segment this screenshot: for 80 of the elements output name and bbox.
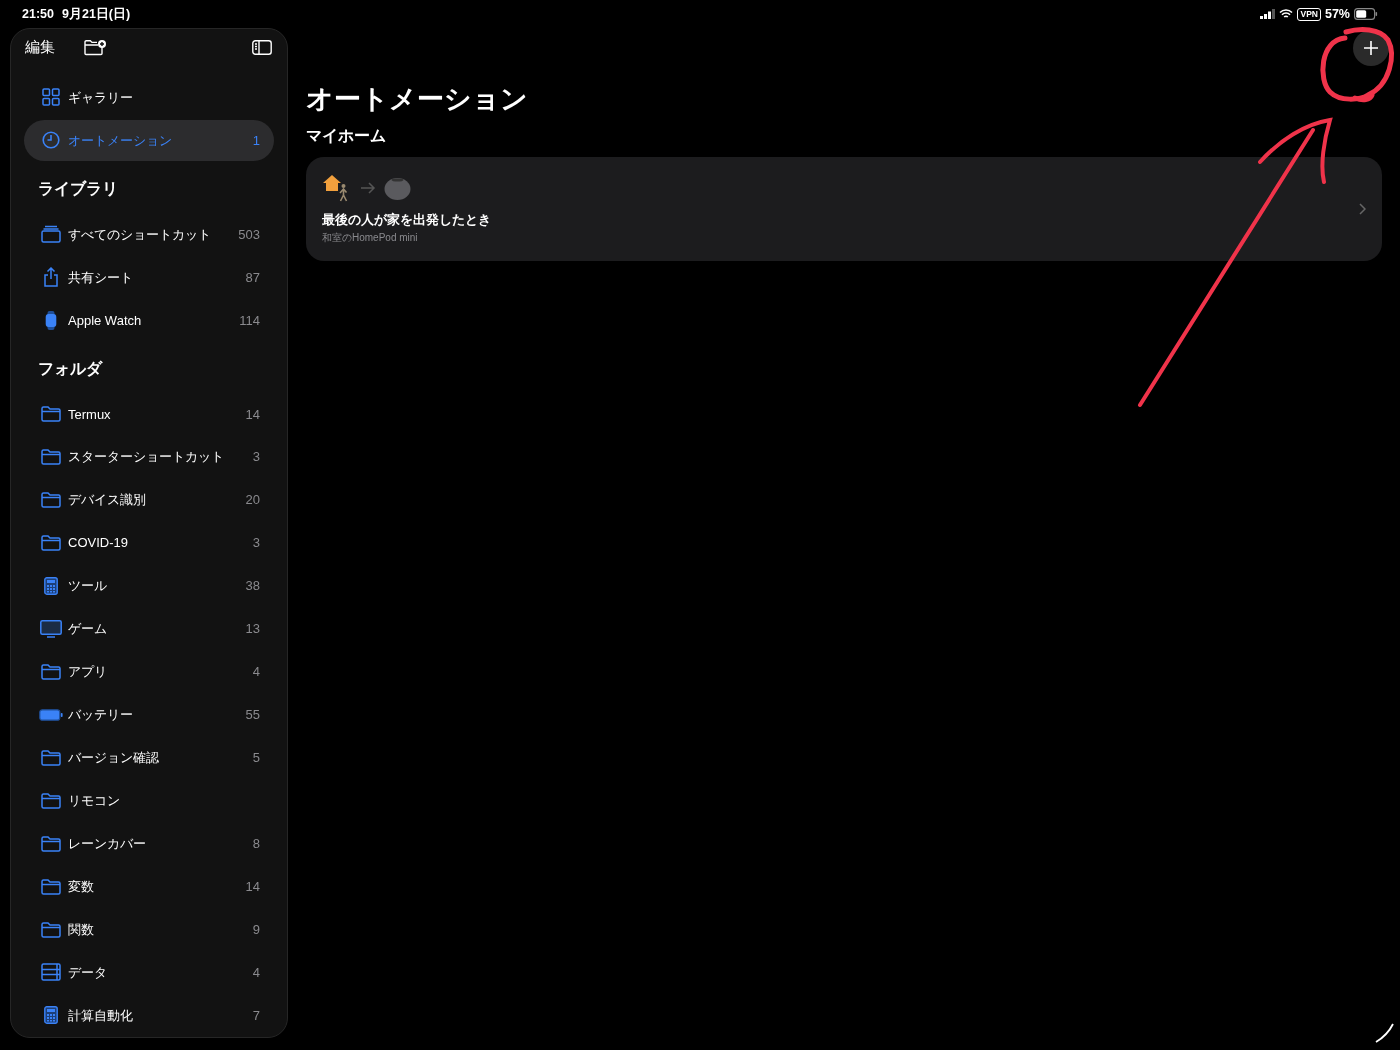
item-count: 55 (245, 706, 260, 725)
folder-icon (41, 406, 61, 423)
sidebar-item[interactable]: Termux 14 (24, 392, 274, 436)
folder-icon (41, 749, 61, 766)
item-count: 13 (245, 620, 260, 639)
sidebar-item[interactable]: すべてのショートカット 503 (24, 212, 274, 256)
stack-icon (41, 225, 61, 244)
sidebar-item[interactable]: アプリ 4 (24, 650, 274, 694)
automation-title: 最後の人が家を出発したとき (322, 211, 492, 230)
battery-icon (39, 708, 63, 721)
sidebar-item[interactable]: レーンカバー 8 (24, 822, 274, 866)
item-count: 4 (252, 663, 260, 682)
sidebar-item[interactable]: デバイス識別 20 (24, 478, 274, 522)
folder-icon (41, 535, 61, 552)
page-title: オートメーション (306, 83, 529, 116)
sidebar-item[interactable]: ツール 38 (24, 564, 274, 608)
plus-icon (1364, 41, 1378, 55)
new-folder-icon[interactable] (84, 39, 107, 57)
section-heading: マイホーム (306, 126, 387, 146)
automation-card[interactable]: 最後の人が家を出発したとき 和室のHomePod mini (306, 157, 1382, 261)
item-count: 1 (252, 131, 260, 150)
monitor-icon (40, 619, 62, 638)
item-count: 8 (252, 834, 260, 853)
sidebar-item[interactable]: Apple Watch 114 (24, 298, 274, 342)
item-count: 9 (252, 920, 260, 939)
wifi-icon (1279, 9, 1294, 19)
list-icon (41, 963, 61, 982)
item-count: 20 (245, 491, 260, 510)
sidebar-item[interactable]: リモコン (24, 779, 274, 823)
item-count: 14 (245, 405, 260, 424)
item-count: 3 (252, 534, 260, 553)
folder-icon (41, 878, 61, 895)
battery-percent: 57% (1324, 5, 1350, 23)
sidebar-toggle-icon[interactable] (252, 40, 272, 56)
section-heading: フォルダ (37, 358, 104, 379)
sidebar-item[interactable]: バッテリー 55 (24, 693, 274, 737)
sidebar-item[interactable]: COVID-19 3 (24, 521, 274, 565)
clock-icon (42, 131, 60, 150)
item-count: 38 (245, 577, 260, 596)
signal-icon (1260, 9, 1276, 19)
sidebar-item[interactable]: 変数 14 (24, 865, 274, 909)
sidebar-item[interactable]: 共有シート 87 (24, 255, 274, 299)
chevron-icon (1359, 203, 1366, 215)
battery-icon (1354, 8, 1378, 20)
folder-icon (41, 492, 61, 509)
item-count: 5 (252, 749, 260, 768)
status-date: 9月21日(日) (62, 5, 131, 23)
item-count: 114 (239, 311, 260, 330)
section-heading: ライブラリ (37, 178, 119, 199)
sidebar-item[interactable]: ゲーム 13 (24, 607, 274, 651)
sidebar-item[interactable]: スターターショートカット 3 (24, 435, 274, 479)
folder-icon (41, 449, 61, 466)
folder-icon (41, 835, 61, 852)
arrow-icon (360, 182, 376, 195)
sidebar-item[interactable]: オートメーション 1 (24, 119, 274, 161)
grid-icon (42, 88, 60, 107)
sidebar-item[interactable]: データ 4 (24, 951, 274, 994)
calculator-icon (44, 577, 58, 596)
status-time: 21:50 (22, 5, 54, 23)
automation-subtitle: 和室のHomePod mini (322, 230, 419, 245)
item-count: 14 (245, 877, 260, 896)
corner-mark-icon (1375, 1023, 1394, 1043)
sidebar-item[interactable]: ギャラリー (24, 75, 274, 119)
speaker-icon (384, 176, 411, 201)
folder-icon (41, 921, 61, 938)
calculator-icon (44, 1006, 58, 1025)
sidebar-item[interactable]: 計算自動化 7 (24, 993, 274, 1037)
sidebar-item[interactable]: バージョン確認 5 (24, 736, 274, 780)
item-count: 87 (245, 268, 260, 287)
edit-button[interactable]: 編集 (24, 35, 56, 60)
vpn-indicator: VPN (1297, 7, 1321, 21)
folder-icon (41, 792, 61, 809)
item-count: 3 (252, 448, 260, 467)
item-count: 503 (238, 225, 260, 244)
folder-icon (41, 663, 61, 680)
sidebar-item[interactable]: 関数 9 (24, 908, 274, 951)
item-count: 7 (252, 1006, 260, 1025)
watch-icon (45, 310, 57, 330)
item-count: 4 (252, 963, 260, 982)
share-icon (43, 267, 59, 288)
